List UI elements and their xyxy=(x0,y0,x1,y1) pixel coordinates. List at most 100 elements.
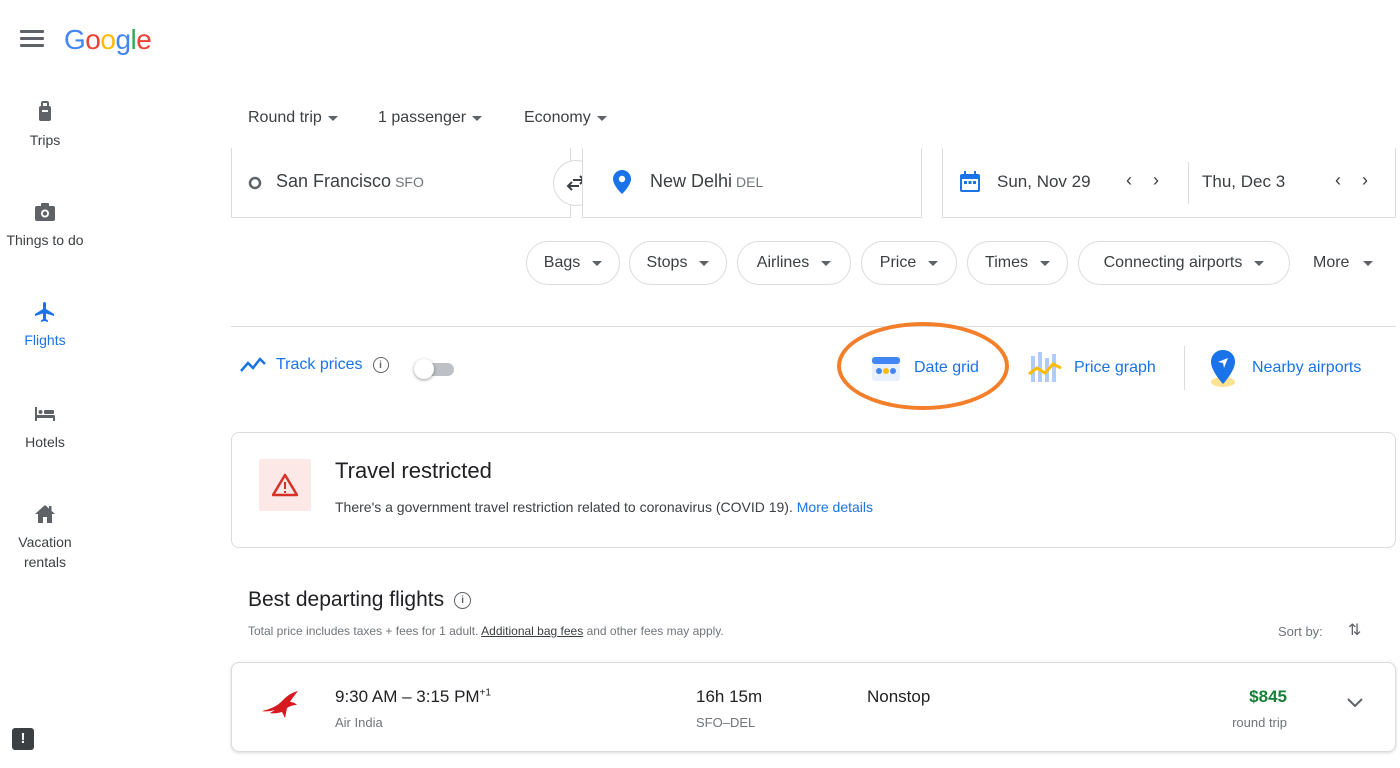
expand-chevron-icon[interactable] xyxy=(1346,697,1364,709)
price-graph-icon xyxy=(1028,352,1062,382)
dates-input[interactable]: Sun, Nov 29 ‹ › Thu, Dec 3 ‹ › xyxy=(942,148,1396,218)
logo-letter: e xyxy=(136,24,152,55)
house-icon xyxy=(35,505,55,523)
caret-down-icon xyxy=(1363,260,1374,266)
sort-icon[interactable]: ⇅ xyxy=(1348,620,1361,640)
caret-down-icon xyxy=(928,260,939,266)
filter-chip-label: Stops xyxy=(646,254,688,271)
results-section-title: Best departing flights i xyxy=(248,588,472,612)
passenger-label: 1 passenger xyxy=(378,109,467,126)
filter-chip-label: Price xyxy=(879,254,917,271)
flight-times: 9:30 AM – 3:15 PM+1 xyxy=(335,687,491,707)
sidebar-item-label: Trips xyxy=(29,132,61,148)
date-grid-icon xyxy=(872,357,900,381)
results-subtitle: Total price includes taxes + fees for 1 … xyxy=(248,624,724,638)
more-details-link[interactable]: More details xyxy=(797,499,873,515)
origin-circle-icon xyxy=(248,176,262,190)
flight-times-text: 9:30 AM – 3:15 PM xyxy=(335,687,480,706)
air-india-logo xyxy=(262,691,298,718)
sidebar-item-vacation-rentals[interactable]: Vacation rentals xyxy=(0,502,90,572)
date-grid-button[interactable]: Date grid xyxy=(870,348,979,388)
info-icon[interactable]: i xyxy=(372,357,389,373)
day-offset: +1 xyxy=(479,687,491,699)
filter-chip-label: Connecting airports xyxy=(1103,254,1243,271)
flight-route: SFO–DEL xyxy=(696,715,756,730)
caret-down-icon xyxy=(472,115,483,121)
departure-date[interactable]: Sun, Nov 29 xyxy=(997,172,1091,192)
main-menu-button[interactable] xyxy=(20,30,44,50)
sidebar-item-hotels[interactable]: Hotels xyxy=(0,402,90,452)
track-prices-toggle[interactable] xyxy=(414,359,456,379)
track-prices-label: Track prices xyxy=(276,356,363,373)
logo-letter: G xyxy=(64,24,86,55)
next-return-date-button[interactable]: › xyxy=(1362,170,1368,191)
prev-return-date-button[interactable]: ‹ xyxy=(1335,170,1341,191)
filter-chip-label: Airlines xyxy=(756,254,810,271)
filter-chip-stops[interactable]: Stops xyxy=(629,241,727,285)
destination-code: DEL xyxy=(736,174,764,190)
flight-duration: 16h 15m xyxy=(696,687,763,706)
trend-line-icon xyxy=(240,357,266,372)
date-divider xyxy=(1188,162,1189,204)
filter-chip-airlines[interactable]: Airlines xyxy=(737,241,851,285)
results-subtitle-before: Total price includes taxes + fees for 1 … xyxy=(248,624,479,638)
flight-result-row[interactable]: 9:30 AM – 3:15 PM+1 Air India 16h 15m SF… xyxy=(231,662,1396,752)
filter-chip-price[interactable]: Price xyxy=(861,241,957,285)
cabin-class-dropdown[interactable]: Economy xyxy=(524,106,607,130)
results-title: Best departing flights xyxy=(248,588,445,611)
travel-restriction-card: Travel restricted There's a government t… xyxy=(231,432,1396,548)
bag-fees-link[interactable]: Additional bag fees xyxy=(481,624,583,638)
airplane-icon xyxy=(35,302,54,322)
luggage-icon xyxy=(39,101,51,121)
tools-divider xyxy=(1184,346,1185,390)
flight-price: $845 xyxy=(1249,687,1287,706)
info-icon[interactable]: i xyxy=(454,591,472,609)
google-logo[interactable]: Google xyxy=(64,24,152,56)
caret-down-icon xyxy=(327,115,338,121)
sidebar-item-label: Hotels xyxy=(25,434,65,450)
section-divider xyxy=(231,326,1396,327)
caret-down-icon xyxy=(699,260,710,266)
return-date[interactable]: Thu, Dec 3 xyxy=(1202,172,1285,192)
date-grid-label: Date grid xyxy=(914,359,979,376)
caret-down-icon xyxy=(1254,260,1265,266)
sidebar-item-flights[interactable]: Flights xyxy=(0,300,90,350)
sidebar-item-label: Vacation rentals xyxy=(18,534,72,570)
filter-chip-connecting-airports[interactable]: Connecting airports xyxy=(1078,241,1290,285)
passenger-dropdown[interactable]: 1 passenger xyxy=(378,106,483,130)
price-graph-button[interactable]: Price graph xyxy=(1028,348,1156,388)
sidebar-item-trips[interactable]: Trips xyxy=(0,100,90,150)
bed-icon xyxy=(35,407,55,421)
filter-chip-times[interactable]: Times xyxy=(967,241,1068,285)
logo-letter: o xyxy=(85,24,101,55)
alert-message: There's a government travel restriction … xyxy=(335,499,793,515)
next-departure-date-button[interactable]: › xyxy=(1153,170,1159,191)
prev-departure-date-button[interactable]: ‹ xyxy=(1126,170,1132,191)
more-filters-button[interactable]: More xyxy=(1313,241,1374,285)
nearby-airports-label: Nearby airports xyxy=(1252,359,1362,376)
filter-chip-label: Bags xyxy=(543,254,581,271)
destination-input[interactable]: New Delhi DEL xyxy=(582,148,922,218)
logo-letter: o xyxy=(100,24,116,55)
flight-stops: Nonstop xyxy=(867,687,931,706)
warning-icon xyxy=(259,459,311,511)
sort-label: Sort by: xyxy=(1278,624,1323,639)
track-prices[interactable]: Track prices i xyxy=(240,356,389,374)
caret-down-icon xyxy=(596,115,607,121)
feedback-icon[interactable]: ! xyxy=(12,728,34,750)
trip-type-dropdown[interactable]: Round trip xyxy=(248,106,338,130)
sidebar-item-things-to-do[interactable]: Things to do xyxy=(0,200,90,250)
sidebar-item-label: Things to do xyxy=(6,232,84,248)
origin-city: San Francisco xyxy=(276,171,392,191)
filter-chip-bags[interactable]: Bags xyxy=(526,241,620,285)
trip-type-label: Round trip xyxy=(248,109,322,126)
alert-title: Travel restricted xyxy=(335,458,492,483)
nearby-airports-button[interactable]: Nearby airports xyxy=(1206,348,1361,388)
airline-name: Air India xyxy=(335,715,383,730)
alert-text: There's a government travel restriction … xyxy=(335,499,873,515)
caret-down-icon xyxy=(821,260,832,266)
origin-input[interactable]: San Francisco SFO xyxy=(231,148,571,218)
price-graph-label: Price graph xyxy=(1074,359,1156,376)
destination-city: New Delhi xyxy=(650,171,733,191)
calendar-icon xyxy=(960,171,980,192)
